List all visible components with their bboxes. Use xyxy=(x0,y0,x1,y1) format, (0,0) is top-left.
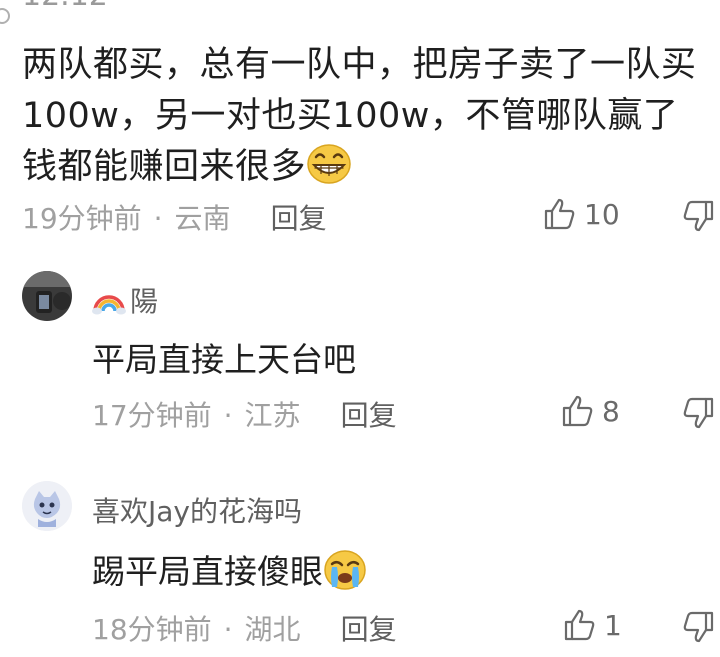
reply-meta: 17分钟前 · 江苏 回复 xyxy=(92,394,397,434)
separator-dot: · xyxy=(223,613,233,646)
reply-username[interactable]: 喜欢Jay的花海吗 xyxy=(92,490,302,530)
reply-location: 江苏 xyxy=(244,399,301,432)
separator-dot: · xyxy=(153,202,163,235)
avatar-image xyxy=(22,271,72,321)
rainbow-icon xyxy=(92,295,126,315)
avatar[interactable] xyxy=(22,271,72,321)
reply-text: 踢平局直接傻眼 xyxy=(92,545,367,593)
thumbs-up-icon xyxy=(564,609,595,641)
reply-time: 18分钟前 xyxy=(92,613,212,646)
like-count: 10 xyxy=(584,197,620,231)
comment-meta: 19分钟前 · 云南 回复 xyxy=(22,197,327,237)
reply-text: 平局直接上天台吧 xyxy=(92,340,356,379)
thumbs-up-icon xyxy=(562,395,593,427)
crying-face-icon xyxy=(324,550,366,590)
thumbs-up-icon xyxy=(544,198,575,230)
thumbs-down-icon[interactable] xyxy=(680,198,716,234)
reply-time: 17分钟前 xyxy=(92,399,212,432)
username-text: 陽 xyxy=(130,285,159,318)
reply-meta: 18分钟前 · 湖北 回复 xyxy=(92,608,397,648)
reply-button[interactable]: 回复 xyxy=(341,613,397,646)
reply-username[interactable]: 陽 xyxy=(92,280,158,320)
separator-dot: · xyxy=(223,399,233,432)
avatar-image xyxy=(22,481,72,531)
like-count: 1 xyxy=(604,608,622,642)
comment-body: 两队都买，总有一队中，把房子卖了一队买100w，另一对也买100w，不管哪队赢了… xyxy=(22,45,697,187)
top-partial-text: 12.12 xyxy=(22,0,108,13)
username-text: 喜欢Jay的花海吗 xyxy=(92,495,302,528)
comment-text: 两队都买，总有一队中，把房子卖了一队买100w，另一对也买100w，不管哪队赢了… xyxy=(22,40,712,193)
comment-location: 云南 xyxy=(174,202,231,235)
like-count: 8 xyxy=(602,394,620,428)
reply-button[interactable]: 回复 xyxy=(271,202,327,235)
like-button[interactable]: 1 xyxy=(562,607,622,643)
like-button[interactable]: 8 xyxy=(560,393,620,429)
reply-location: 湖北 xyxy=(244,613,301,646)
edge-indicator xyxy=(0,8,10,24)
grin-icon xyxy=(307,144,351,184)
like-button[interactable]: 10 xyxy=(542,196,620,232)
thumbs-down-icon[interactable] xyxy=(680,395,716,431)
thumbs-down-icon[interactable] xyxy=(680,609,716,645)
reply-body: 踢平局直接傻眼 xyxy=(92,552,323,591)
comment-time: 19分钟前 xyxy=(22,202,142,235)
avatar[interactable] xyxy=(22,481,72,531)
reply-button[interactable]: 回复 xyxy=(341,399,397,432)
